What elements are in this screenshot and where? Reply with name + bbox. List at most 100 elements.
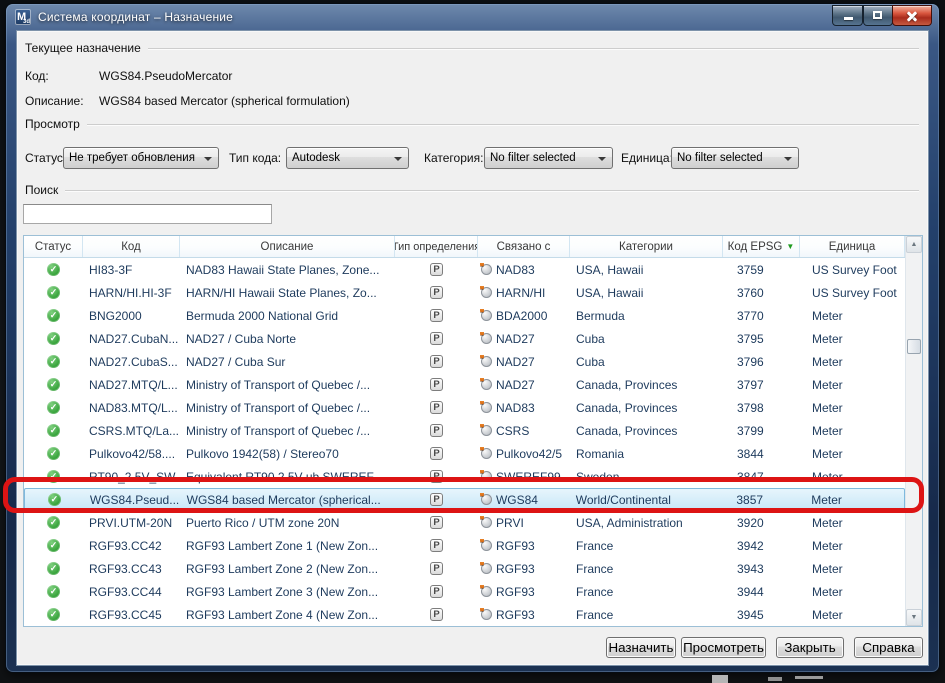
- scrollbar-thumb[interactable]: [907, 339, 921, 354]
- search-group: Поиск: [25, 183, 919, 197]
- projected-type-icon: P: [430, 516, 443, 529]
- unit-filter-value: No filter selected: [677, 152, 763, 164]
- definition-type-cell: P: [395, 401, 478, 414]
- related-value: PRVI: [496, 516, 524, 530]
- scroll-up-button[interactable]: ▲: [906, 236, 922, 253]
- unit-filter-dropdown[interactable]: No filter selected: [671, 147, 799, 169]
- status-cell: ✓: [24, 263, 83, 276]
- related-value: RGF93: [496, 585, 535, 599]
- category-cell: Bermuda: [570, 309, 723, 323]
- related-cell: NAD27: [478, 355, 570, 369]
- column-header-code[interactable]: Код: [83, 236, 180, 257]
- description-label: Описание:: [25, 94, 84, 108]
- status-filter-dropdown[interactable]: Не требует обновления: [63, 147, 219, 169]
- column-header-status[interactable]: Статус: [24, 236, 83, 257]
- code-cell: HARN/HI.HI-3F: [83, 286, 180, 300]
- table-row[interactable]: ✓NAD27.CubaN...NAD27 / Cuba NortePNAD27C…: [24, 327, 905, 350]
- table-row[interactable]: ✓RGF93.CC42RGF93 Lambert Zone 1 (New Zon…: [24, 534, 905, 557]
- column-header-label: Код EPSG: [728, 241, 783, 253]
- maximize-button[interactable]: [863, 5, 893, 26]
- description-cell: Equivalent RT90 2.5V ub SWEREF...: [180, 470, 395, 484]
- projected-type-icon: P: [430, 378, 443, 391]
- related-cell: RGF93: [478, 585, 570, 599]
- search-input[interactable]: [23, 204, 272, 224]
- column-header-label: Код: [121, 241, 141, 253]
- unit-cell: Meter: [800, 401, 905, 415]
- globe-pin-icon: [480, 608, 484, 612]
- column-header-epsg[interactable]: Код EPSG▼: [723, 236, 800, 257]
- table-row[interactable]: ✓NAD83.MTQ/L...Ministry of Transport of …: [24, 396, 905, 419]
- globe-icon: [481, 471, 492, 482]
- table-row[interactable]: ✓NAD27.MTQ/L...Ministry of Transport of …: [24, 373, 905, 396]
- related-value: SWEREF99: [496, 470, 561, 484]
- unit-cell: Meter: [800, 309, 905, 323]
- category-cell: France: [570, 562, 723, 576]
- category-filter-dropdown[interactable]: No filter selected: [484, 147, 613, 169]
- maximize-icon: [873, 11, 882, 19]
- related-cell: NAD27: [478, 332, 570, 346]
- view-group-label: Просмотр: [25, 117, 80, 131]
- code-cell: RT90_2.5V_SW...: [83, 470, 180, 484]
- column-header-related[interactable]: Связано с: [478, 236, 570, 257]
- close-window-button[interactable]: [892, 5, 932, 26]
- status-cell: ✓: [24, 539, 83, 552]
- table-row[interactable]: ✓RGF93.CC44RGF93 Lambert Zone 3 (New Zon…: [24, 580, 905, 603]
- title-bar[interactable]: M 3d Система координат – Назначение: [6, 4, 939, 30]
- definition-type-cell: P: [395, 539, 478, 552]
- unit-cell: Meter: [800, 470, 905, 484]
- table-row[interactable]: ✓RT90_2.5V_SW...Equivalent RT90 2.5V ub …: [24, 465, 905, 488]
- status-cell: ✓: [24, 309, 83, 322]
- globe-pin-icon: [480, 286, 484, 290]
- unit-cell: Meter: [800, 424, 905, 438]
- table-row[interactable]: ✓HARN/HI.HI-3FHARN/HI Hawaii State Plane…: [24, 281, 905, 304]
- column-header-unit[interactable]: Единица: [800, 236, 905, 257]
- globe-icon: [481, 402, 492, 413]
- unit-cell: Meter: [800, 585, 905, 599]
- chevron-down-icon: [784, 157, 792, 161]
- projected-type-icon: P: [430, 493, 443, 506]
- globe-icon: [481, 287, 492, 298]
- related-cell: RGF93: [478, 562, 570, 576]
- status-ok-icon: ✓: [47, 378, 60, 391]
- epsg-cell: 3844: [723, 447, 800, 461]
- table-row[interactable]: ✓CSRS.MTQ/La...Ministry of Transport of …: [24, 419, 905, 442]
- help-button[interactable]: Справка: [854, 637, 923, 658]
- epsg-cell: 3857: [722, 493, 799, 507]
- assign-button[interactable]: Назначить: [606, 637, 676, 658]
- category-filter-value: No filter selected: [490, 152, 576, 164]
- epsg-cell: 3796: [723, 355, 800, 369]
- related-cell: WGS84: [478, 493, 570, 507]
- description-cell: RGF93 Lambert Zone 4 (New Zon...: [180, 608, 395, 622]
- related-cell: CSRS: [478, 424, 570, 438]
- scroll-down-button[interactable]: ▼: [906, 609, 922, 626]
- table-row[interactable]: ✓RGF93.CC43RGF93 Lambert Zone 2 (New Zon…: [24, 557, 905, 580]
- table-row[interactable]: ✓BNG2000Bermuda 2000 National GridPBDA20…: [24, 304, 905, 327]
- table-row[interactable]: ✓Pulkovo42/58....Pulkovo 1942(58) / Ster…: [24, 442, 905, 465]
- codetype-filter-dropdown[interactable]: Autodesk: [286, 147, 409, 169]
- description-cell: Ministry of Transport of Quebec /...: [180, 378, 395, 392]
- close-button[interactable]: Закрыть: [776, 637, 844, 658]
- table-row[interactable]: ✓RGF93.CC45RGF93 Lambert Zone 4 (New Zon…: [24, 603, 905, 626]
- column-header-def_type[interactable]: Тип определения: [395, 236, 478, 257]
- unit-cell: Meter: [800, 332, 905, 346]
- status-cell: ✓: [24, 401, 83, 414]
- related-cell: HARN/HI: [478, 286, 570, 300]
- related-cell: NAD27: [478, 378, 570, 392]
- code-cell: RGF93.CC44: [83, 585, 180, 599]
- minimize-button[interactable]: [832, 5, 863, 26]
- table-row[interactable]: ✓NAD27.CubaS...NAD27 / Cuba SurPNAD27Cub…: [24, 350, 905, 373]
- globe-pin-icon: [480, 263, 484, 267]
- column-header-description[interactable]: Описание: [180, 236, 395, 257]
- description-cell: Puerto Rico / UTM zone 20N: [180, 516, 395, 530]
- column-header-label: Описание: [261, 241, 314, 253]
- table-row-selected[interactable]: ✓WGS84.Pseud...WGS84 based Mercator (sph…: [24, 488, 905, 511]
- vertical-scrollbar[interactable]: ▲ ▼: [905, 236, 922, 626]
- table-row[interactable]: ✓HI83-3FNAD83 Hawaii State Planes, Zone.…: [24, 258, 905, 281]
- preview-button[interactable]: Просмотреть: [681, 637, 766, 658]
- column-header-category[interactable]: Категории: [570, 236, 723, 257]
- category-cell: Canada, Provinces: [570, 424, 723, 438]
- description-cell: NAD27 / Cuba Norte: [180, 332, 395, 346]
- category-cell: France: [570, 539, 723, 553]
- window-title: Система координат – Назначение: [38, 10, 233, 24]
- table-row[interactable]: ✓PRVI.UTM-20NPuerto Rico / UTM zone 20NP…: [24, 511, 905, 534]
